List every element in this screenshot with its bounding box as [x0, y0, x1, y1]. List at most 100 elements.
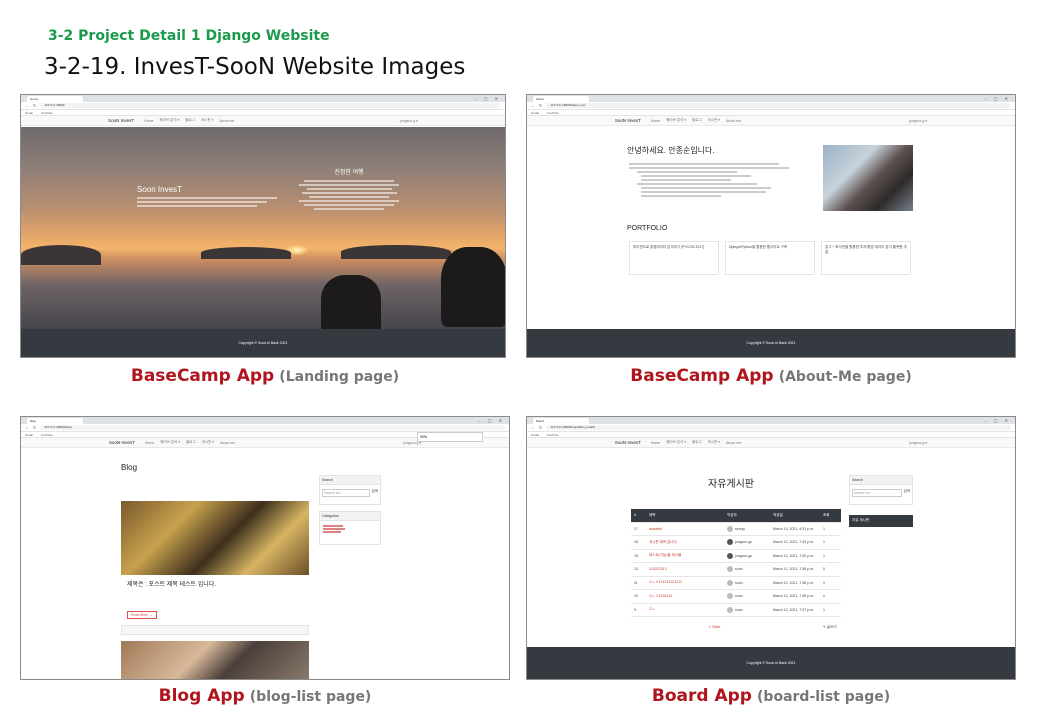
bookmark-item[interactable]: YouTube: [41, 433, 53, 437]
reload-icon[interactable]: ↻: [539, 425, 542, 430]
nav-item[interactable]: About me: [219, 119, 234, 123]
text-placeholder: [137, 197, 277, 199]
table-row[interactable]: 11 ㅁㄴㅇ121212121212 soon March 12, 2021, 7:3…: [631, 577, 841, 590]
row-title[interactable]: ㅁㄴ: [645, 607, 727, 612]
nav-item[interactable]: 블로그: [185, 118, 195, 123]
nav-item[interactable]: Home: [145, 441, 154, 445]
nav-item[interactable]: About me: [726, 441, 741, 445]
sidebar-item-free-board[interactable]: 자유 게시판: [849, 515, 913, 527]
search-button[interactable]: 검색: [904, 489, 910, 497]
row-title[interactable]: 테스트(기능)을 게시물: [645, 553, 727, 558]
row-title[interactable]: ㅁㄴㅇ121212121212: [645, 580, 727, 585]
browser-tab[interactable]: Board: [533, 418, 589, 424]
nav-item[interactable]: Home: [651, 119, 660, 123]
text-placeholder: [306, 188, 392, 190]
caption-page-name: (blog-list page): [249, 689, 372, 705]
table-row[interactable]: 17 dsadsfsf seung March 13, 2021, 4:31 p.m.…: [631, 523, 841, 536]
avatar: [727, 539, 733, 546]
site-brand[interactable]: SooN InvesT: [615, 440, 641, 445]
write-button[interactable]: ✎ 글쓰기: [823, 625, 837, 630]
row-title[interactable]: ㅁㄴㅇ2134124: [645, 594, 727, 599]
back-icon[interactable]: ←: [25, 103, 29, 108]
back-icon[interactable]: ←: [531, 103, 535, 108]
window-controls[interactable]: – ▢ ✕: [984, 96, 1011, 101]
browser-tab[interactable]: Home: [27, 96, 83, 102]
user-menu[interactable]: jongsoo.g ▾: [909, 119, 927, 123]
table-row[interactable]: 10 ㅁㄴㅇ2134124 soon March 12, 2021, 7:38 p.m…: [631, 590, 841, 604]
bookmark-item[interactable]: YouTube: [41, 111, 53, 115]
back-icon[interactable]: ←: [25, 425, 29, 430]
avatar: [727, 593, 733, 600]
hero-intro: Soon InvesT: [137, 185, 287, 209]
nav-item[interactable]: About me: [726, 119, 741, 123]
site-navbar: SooN InvesT Home 웨이브 분석 ▾ 블로그 게시판 ▾ Abou…: [21, 116, 505, 126]
bookmark-item[interactable]: Gmail: [531, 111, 539, 115]
nav-item[interactable]: 블로그: [692, 440, 702, 445]
window-controls[interactable]: – ▢ ✕: [474, 96, 501, 101]
nav-item[interactable]: 웨이브 분석 ▾: [666, 440, 686, 445]
reload-icon[interactable]: ↻: [33, 425, 36, 430]
back-icon[interactable]: ←: [531, 425, 535, 430]
user-menu[interactable]: jongsoo.g ▾: [909, 441, 927, 445]
text-placeholder: [641, 195, 721, 197]
bookmark-item[interactable]: Gmail: [531, 433, 539, 437]
search-button[interactable]: 검색: [372, 489, 378, 497]
portfolio-card[interactable]: 파이썬으로 환경데이터 분석하기 [PYCON 2017]: [629, 241, 719, 275]
address-bar[interactable]: 127.0.0.1:8000/board/free_board/: [546, 425, 1011, 430]
row-title[interactable]: dsadsfsf: [645, 527, 727, 531]
browser-tab[interactable]: Blog: [27, 418, 83, 424]
nav-item[interactable]: Home: [651, 441, 660, 445]
table-row[interactable]: 15 테스트(기능)을 게시물 jongsoo.gu March 12, 2021, …: [631, 550, 841, 563]
read-more-button[interactable]: Read More →: [127, 611, 157, 619]
nav-item[interactable]: 게시판 ▾: [708, 118, 720, 123]
bookmark-item[interactable]: Gmail: [25, 433, 33, 437]
bookmark-item[interactable]: YouTube: [547, 111, 559, 115]
nav-item[interactable]: Home: [144, 119, 153, 123]
section-label: 3-2 Project Detail 1 Django Website: [48, 28, 330, 44]
address-bar[interactable]: 127.0.0.1:8000/about_me/: [546, 103, 1011, 108]
site-brand[interactable]: SooN InvesT: [108, 118, 134, 123]
nav-item[interactable]: About me: [220, 441, 235, 445]
site-brand[interactable]: SooN InvesT: [615, 118, 641, 123]
window-controls[interactable]: – ▢ ✕: [478, 418, 505, 423]
zoom-popup[interactable]: 90%: [417, 432, 483, 442]
row-title[interactable]: 213212313: [645, 567, 727, 571]
post-title[interactable]: 제목은 : 포스트 제목 테스트 입니다.: [127, 579, 216, 588]
post-image: [121, 641, 309, 679]
browser-tab[interactable]: About: [533, 96, 589, 102]
nav-item[interactable]: 게시판 ▾: [708, 440, 720, 445]
search-input[interactable]: Search for...: [322, 489, 370, 497]
reload-icon[interactable]: ↻: [33, 103, 36, 108]
nav-item[interactable]: 블로그: [692, 118, 702, 123]
table-row[interactable]: 16 게시판 제목 입니다. jongsoo.gu March 12, 2021, 7…: [631, 536, 841, 550]
bookmark-item[interactable]: YouTube: [547, 433, 559, 437]
nav-item[interactable]: 게시판 ▾: [201, 118, 213, 123]
address-bar[interactable]: 127.0.0.1:8000/blog/: [40, 425, 505, 430]
row-number: 16: [634, 540, 638, 545]
column-header: 작성일: [773, 512, 783, 517]
pager-prev-button[interactable]: « Older: [709, 625, 720, 629]
nav-item[interactable]: 게시판 ▾: [202, 440, 214, 445]
table-row[interactable]: 13 213212313 soon March 12, 2021, 7:38 p.m.…: [631, 563, 841, 577]
nav-item[interactable]: 웨이브 분석 ▾: [666, 118, 686, 123]
nav-item[interactable]: 블로그: [186, 440, 196, 445]
row-author: jongsoo.gu: [727, 552, 773, 559]
site-footer: Copyright © Soon-ki Back 2021: [527, 329, 1015, 357]
search-input[interactable]: Search for...: [852, 489, 902, 497]
search-label: Search: [320, 476, 380, 485]
user-menu[interactable]: jongsoo.g ▾: [400, 119, 418, 123]
row-views: 1: [823, 607, 825, 612]
bookmark-item[interactable]: Gmail: [25, 111, 33, 115]
row-title[interactable]: 게시판 제목 입니다.: [645, 540, 727, 545]
hero-heading: Soon InvesT: [137, 185, 182, 194]
nav-item[interactable]: 웨이브 분석 ▾: [159, 118, 179, 123]
reload-icon[interactable]: ↻: [539, 103, 542, 108]
nav-item[interactable]: 웨이브 분석 ▾: [160, 440, 180, 445]
table-row[interactable]: 9 ㅁㄴ soon March 12, 2021, 7:37 p.m. 1: [631, 604, 841, 617]
row-number: 17: [634, 526, 638, 531]
portfolio-card[interactable]: 업그 + 파이썬을 활용한 투자/환경 데이터 분석 플랫폼 개발: [821, 241, 911, 275]
address-bar[interactable]: 127.0.0.1:8000: [40, 103, 501, 108]
portfolio-card[interactable]: Django/Python을 활용한 웹사이트 구축: [725, 241, 815, 275]
window-controls[interactable]: – ▢ ✕: [984, 418, 1011, 423]
site-brand[interactable]: SooN InvesT: [109, 440, 135, 445]
